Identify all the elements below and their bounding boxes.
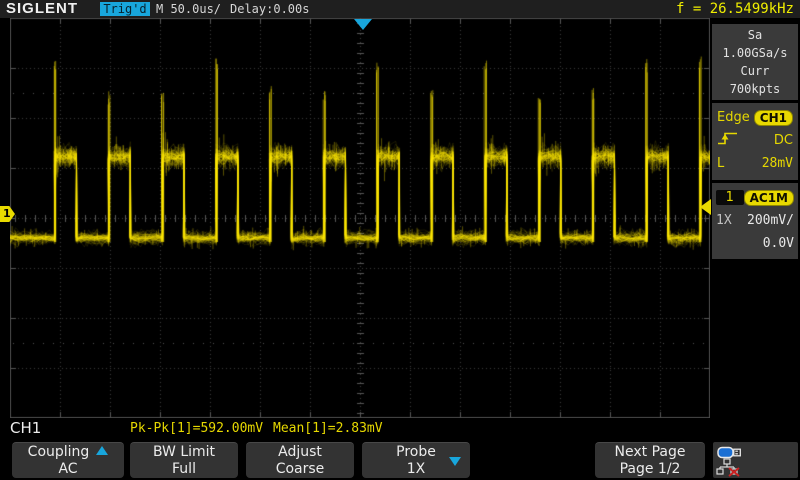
adjust-button[interactable]: Adjust Coarse — [246, 442, 354, 478]
frequency-readout: f = 26.5499kHz — [676, 1, 794, 17]
trigger-panel[interactable]: Edge CH1 DC L 28mV — [712, 103, 798, 180]
bw-limit-button-label: BW Limit — [130, 444, 238, 461]
trigger-source-badge: CH1 — [754, 110, 793, 126]
trigger-level-label: L — [717, 156, 724, 171]
coupling-button[interactable]: Coupling AC — [12, 442, 124, 478]
adjust-button-value: Coarse — [246, 461, 354, 478]
channel1-panel[interactable]: 1 AC1M 1X 200mV/ 0.0V — [712, 183, 798, 259]
measurement-mean: Mean[1]=2.83mV — [273, 421, 383, 436]
delay-readout[interactable]: Delay:0.00s — [230, 2, 309, 16]
trigger-coupling: DC — [774, 133, 793, 148]
measurement-pkpk: Pk-Pk[1]=592.00mV — [130, 421, 263, 436]
channel1-status-label: CH1 — [10, 419, 41, 437]
probe-button[interactable]: Probe 1X — [362, 442, 470, 478]
up-arrow-icon — [96, 446, 108, 455]
next-page-button-value: Page 1/2 — [595, 461, 705, 478]
oscilloscope-screen: SIGLENT Trig'd M 50.0us/ Delay:0.00s f =… — [0, 0, 800, 480]
waveform-canvas — [10, 18, 710, 418]
bw-limit-button-value: Full — [130, 461, 238, 478]
channel1-offset-marker-label: 1 — [3, 207, 11, 220]
channel1-scale: 200mV/ — [747, 213, 794, 228]
acquisition-panel: Sa 1.00GSa/s Curr 700kpts — [712, 24, 798, 100]
adjust-button-label: Adjust — [246, 444, 354, 461]
channel1-coupling-badge: AC1M — [744, 190, 794, 206]
top-bar: SIGLENT Trig'd M 50.0us/ Delay:0.00s f =… — [0, 0, 800, 18]
waveform-display — [10, 18, 710, 418]
down-arrow-icon — [449, 457, 461, 466]
channel1-number-chip: 1 — [716, 190, 744, 205]
trigger-type-label: Edge — [717, 110, 750, 125]
trigger-status-badge: Trig'd — [100, 2, 150, 16]
channel1-probe: 1X — [716, 213, 732, 228]
memory-depth: Curr 700kpts — [714, 62, 796, 98]
coupling-button-label: Coupling — [28, 444, 90, 460]
coupling-button-value: AC — [12, 461, 124, 478]
rising-edge-icon — [717, 131, 739, 150]
next-page-button-label: Next Page — [595, 444, 705, 461]
lan-disconnected-icon — [716, 458, 740, 480]
sample-rate: Sa 1.00GSa/s — [714, 26, 796, 62]
sidebar: Sa 1.00GSa/s Curr 700kpts Edge CH1 DC L … — [712, 24, 798, 262]
channel1-offset: 0.0V — [763, 236, 794, 251]
io-status-panel — [713, 442, 798, 478]
timebase-readout[interactable]: M 50.0us/ — [156, 2, 221, 16]
trigger-position-marker[interactable] — [354, 19, 372, 30]
next-page-button[interactable]: Next Page Page 1/2 — [595, 442, 705, 478]
siglent-logo: SIGLENT — [6, 0, 78, 17]
bw-limit-button[interactable]: BW Limit Full — [130, 442, 238, 478]
trigger-level-value: 28mV — [762, 156, 793, 171]
